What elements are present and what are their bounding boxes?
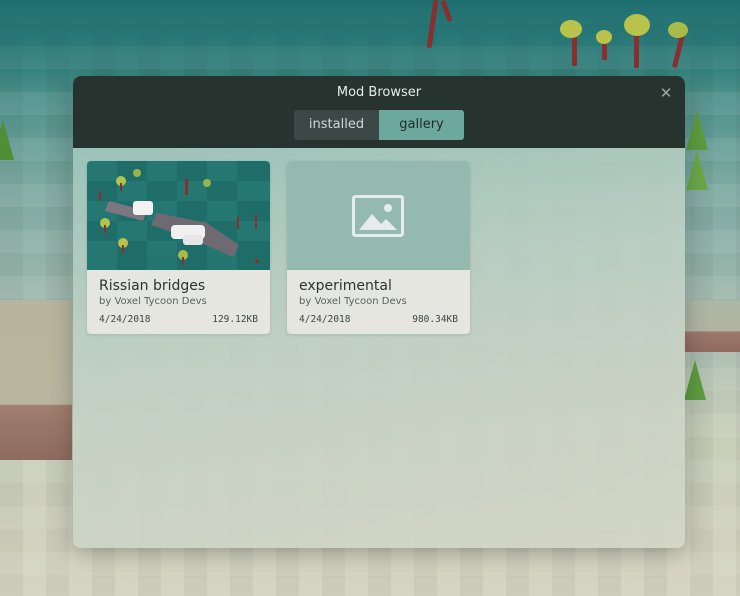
cliff-right (684, 300, 740, 352)
mod-name: experimental (299, 278, 392, 294)
tab-bar: installed gallery (294, 110, 464, 140)
dialog-title: Mod Browser (336, 85, 422, 100)
bridge-scene-thumbnail (87, 161, 270, 270)
mod-author: by Voxel Tycoon Devs (299, 296, 407, 307)
mod-card[interactable]: experimental by Voxel Tycoon Devs 4/24/2… (287, 161, 470, 334)
tab-gallery[interactable]: gallery (379, 110, 464, 140)
mod-size: 980.34KB (412, 314, 458, 325)
pine-tree-icon (686, 150, 708, 190)
mod-size: 129.12KB (212, 314, 258, 325)
mod-date: 4/24/2018 (99, 314, 151, 325)
image-placeholder-icon (352, 195, 404, 237)
pine-tree-icon (684, 360, 706, 400)
mod-date: 4/24/2018 (299, 314, 351, 325)
pine-tree-icon (686, 110, 708, 150)
mod-author: by Voxel Tycoon Devs (99, 296, 207, 307)
dialog-header: Mod Browser ✕ installed gallery (73, 76, 685, 148)
mod-card[interactable]: Rissian bridges by Voxel Tycoon Devs 4/2… (87, 161, 270, 334)
thumbnail-placeholder (287, 161, 470, 270)
cliff-left (0, 300, 72, 460)
mod-name: Rissian bridges (99, 278, 206, 294)
mod-browser-dialog: Mod Browser ✕ installed gallery Rissian … (73, 76, 685, 548)
close-icon[interactable]: ✕ (658, 85, 674, 101)
pine-tree-icon (0, 120, 14, 160)
tab-installed[interactable]: installed (294, 110, 379, 140)
